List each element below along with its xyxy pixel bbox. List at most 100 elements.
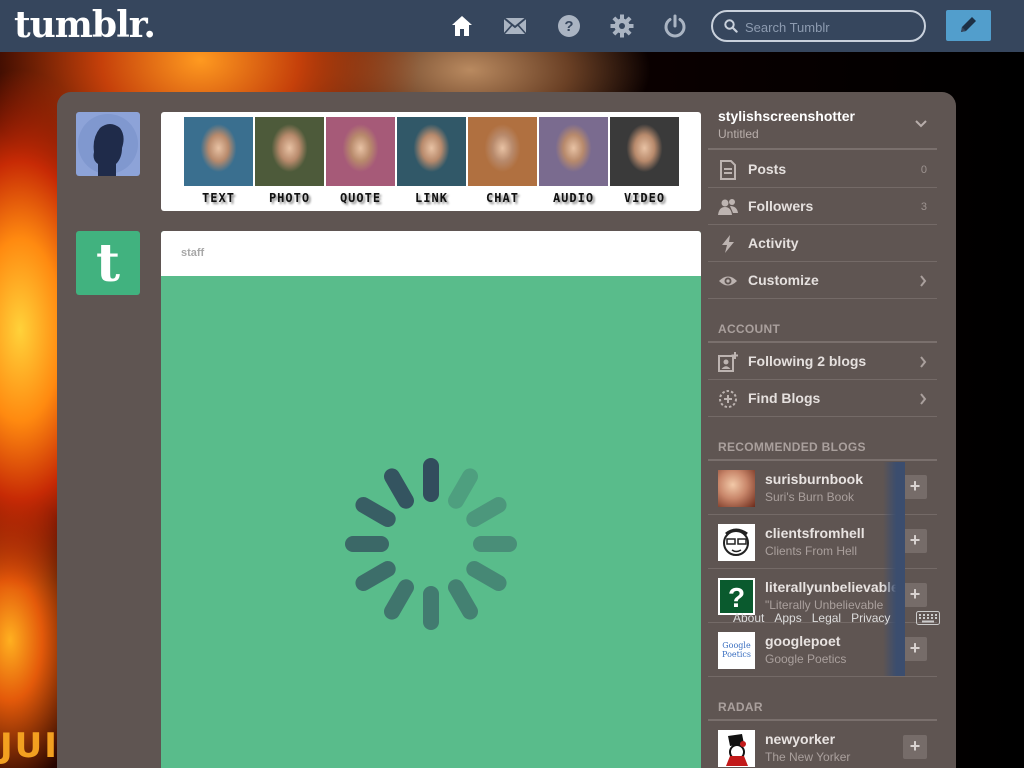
- staff-post: staff: [161, 231, 701, 768]
- recommended-section-title: RECOMMENDED BLOGS: [718, 440, 866, 454]
- spinner-segment: [355, 561, 396, 591]
- chevron-right-icon: [920, 275, 927, 287]
- recommended-blog-item[interactable]: newyorker The New Yorker +: [708, 721, 937, 768]
- post-type-audio-button[interactable]: AUDIO: [539, 117, 608, 209]
- post-type-label: LINK: [415, 191, 448, 205]
- tumblr-t-icon: t: [95, 233, 121, 294]
- post-type-thumbnail: [255, 117, 324, 186]
- post-author[interactable]: staff: [181, 247, 204, 259]
- footer-link-privacy[interactable]: Privacy: [851, 611, 890, 625]
- following-icon: [718, 352, 738, 372]
- footer-link-legal[interactable]: Legal: [812, 611, 841, 625]
- svg-text:?: ?: [728, 582, 745, 613]
- eye-icon: [719, 276, 737, 286]
- find-blogs-icon: [719, 390, 737, 408]
- radar-section-title: RADAR: [718, 700, 763, 714]
- sidebar-item-label: Activity: [748, 235, 799, 251]
- post-type-thumbnail: [539, 117, 608, 186]
- post-type-chat-button[interactable]: CHAT: [468, 117, 537, 209]
- account-name: stylishscreenshotter: [718, 108, 855, 124]
- sidebar-item-followers[interactable]: Followers 3: [708, 188, 937, 225]
- post-header: staff: [161, 231, 701, 276]
- svg-text:?: ?: [564, 18, 573, 35]
- power-icon[interactable]: [663, 14, 687, 38]
- account-subtitle: Untitled: [718, 127, 759, 141]
- post-type-link-button[interactable]: LINK: [397, 117, 466, 209]
- follow-plus-button[interactable]: +: [903, 583, 927, 607]
- keyboard-icon[interactable]: [916, 611, 940, 625]
- post-type-video-button[interactable]: VIDEO: [610, 117, 679, 209]
- blog-avatar[interactable]: ?: [718, 578, 755, 615]
- chevron-right-icon: [920, 393, 927, 405]
- blog-avatar[interactable]: [718, 470, 755, 507]
- blog-avatar[interactable]: [718, 524, 755, 561]
- post-type-thumbnail: [610, 117, 679, 186]
- staff-avatar[interactable]: t: [76, 231, 140, 295]
- sidebar-item-activity[interactable]: Activity: [708, 225, 937, 262]
- question-mark-icon: ?: [728, 582, 745, 613]
- blog-avatar[interactable]: Google Poetics: [718, 632, 755, 669]
- footer-links: About Apps Legal Privacy: [733, 611, 900, 625]
- chevron-right-icon: [920, 356, 927, 368]
- footer-link-about[interactable]: About: [733, 611, 764, 625]
- sidebar-item-posts[interactable]: Posts 0: [708, 151, 937, 188]
- sidebar-item-label: Customize: [748, 272, 819, 288]
- sidebar-item-count: 3: [920, 201, 927, 213]
- followers-icon: [718, 199, 738, 215]
- spinner-segment: [355, 497, 396, 527]
- search-icon: [724, 19, 738, 33]
- scroll-fade: [883, 462, 905, 676]
- user-avatar[interactable]: [76, 112, 140, 176]
- spinner-segment: [448, 579, 478, 620]
- newyorker-illustration-icon: [726, 734, 748, 766]
- post-type-text-button[interactable]: TEXT: [184, 117, 253, 209]
- spinner-segment: [466, 561, 507, 591]
- search-box[interactable]: [711, 10, 926, 42]
- search-input[interactable]: [745, 18, 915, 36]
- sidebar-item-label: Find Blogs: [748, 390, 821, 406]
- post-type-selector: TEXT PHOTO QUOTE LINK CHAT AUDIO VIDEO: [161, 112, 701, 211]
- mail-icon[interactable]: [503, 14, 527, 38]
- sidebar-item-customize[interactable]: Customize: [708, 262, 937, 299]
- avatar-text: Google Poetics: [722, 641, 751, 659]
- blog-avatar[interactable]: [718, 730, 755, 767]
- blog-name[interactable]: newyorker: [765, 731, 905, 747]
- gear-icon[interactable]: [610, 14, 634, 38]
- loading-spinner-icon: [345, 458, 517, 630]
- post-type-label: CHAT: [486, 191, 519, 205]
- post-type-thumbnail: [326, 117, 395, 186]
- post-type-label: PHOTO: [268, 191, 311, 205]
- cartoon-face-icon: [723, 528, 749, 556]
- account-section-title: ACCOUNT: [718, 322, 781, 336]
- sidebar-item-count: 0: [920, 164, 927, 176]
- compose-button[interactable]: [946, 10, 991, 41]
- follow-plus-button[interactable]: +: [903, 735, 927, 759]
- help-icon[interactable]: ?: [557, 14, 581, 38]
- post-type-thumbnail: [397, 117, 466, 186]
- post-type-quote-button[interactable]: QUOTE: [326, 117, 395, 209]
- blog-title: The New Yorker: [765, 750, 851, 764]
- post-type-label: VIDEO: [623, 191, 666, 205]
- home-icon[interactable]: [450, 14, 474, 38]
- default-avatar-silhouette-icon: [78, 114, 138, 176]
- top-navigation-bar: tumblr. ?: [0, 0, 1024, 52]
- spinner-segment: [466, 497, 507, 527]
- post-type-thumbnail: [184, 117, 253, 186]
- pencil-icon: [961, 17, 976, 32]
- sidebar-item-find-blogs[interactable]: Find Blogs: [708, 380, 937, 417]
- footer-link-apps[interactable]: Apps: [774, 611, 801, 625]
- background-letters: JUI: [0, 726, 59, 766]
- sidebar-item-label: Posts: [748, 161, 787, 177]
- follow-plus-button[interactable]: +: [903, 475, 927, 499]
- account-header[interactable]: stylishscreenshotter Untitled: [708, 100, 937, 150]
- post-type-photo-button[interactable]: PHOTO: [255, 117, 324, 209]
- bolt-icon: [722, 235, 734, 253]
- follow-plus-button[interactable]: +: [903, 637, 927, 661]
- post-type-label: TEXT: [202, 191, 235, 205]
- sidebar-item-following-2-blogs[interactable]: Following 2 blogs: [708, 343, 937, 380]
- post-type-label: QUOTE: [339, 191, 382, 205]
- tumblr-logo[interactable]: tumblr.: [14, 4, 156, 46]
- follow-plus-button[interactable]: +: [903, 529, 927, 553]
- chevron-down-icon: [915, 120, 927, 128]
- sidebar-item-label: Following 2 blogs: [748, 353, 867, 369]
